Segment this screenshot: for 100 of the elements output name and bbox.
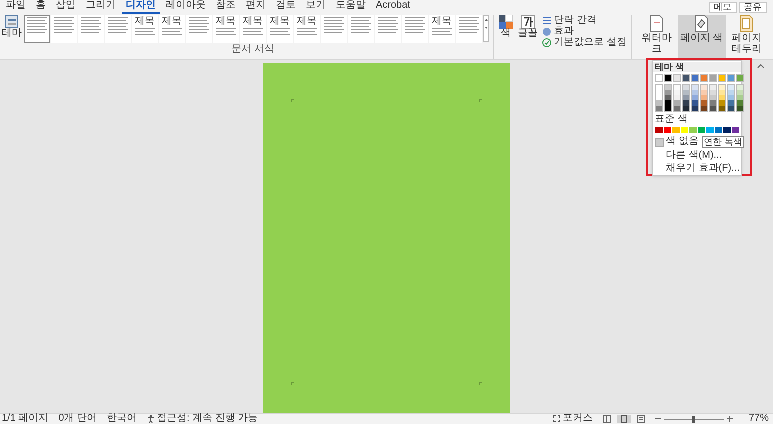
color-swatch[interactable] [664,127,671,133]
text-lines-drawing [80,17,102,35]
text-lines-drawing [350,17,372,35]
color-swatch[interactable] [655,127,662,133]
style-thumbnail[interactable] [456,15,482,43]
color-swatch[interactable] [719,75,725,81]
color-swatch[interactable] [737,75,743,81]
color-swatch[interactable] [665,75,671,81]
color-swatch[interactable] [683,75,689,81]
ribbon-tab[interactable]: 편지 [242,0,270,14]
style-thumbnail[interactable]: 제목 [429,15,455,43]
ribbon-option-button[interactable]: 기본값으로 설정 [542,38,627,48]
style-thumbnail[interactable] [348,15,374,43]
section-label: 표준 색 [655,115,689,125]
share-button[interactable]: 공유 [739,2,767,12]
style-thumbnail[interactable]: 제목 [267,15,293,43]
style-thumbnail[interactable]: 제목 [132,15,158,43]
color-swatch[interactable] [656,75,662,81]
style-thumbnail[interactable]: 제목 [240,15,266,43]
web-layout-icon [636,415,645,423]
text-lines-drawing [161,28,183,37]
menu-item[interactable]: 다른 색(M)... [666,150,722,161]
color-shade-swatch[interactable] [700,84,708,112]
text-lines-drawing [269,28,291,37]
ribbon-tab[interactable]: 검토 [272,0,300,14]
style-thumbnail[interactable]: 제목 [213,15,239,43]
color-shade-swatch[interactable] [691,84,699,112]
color-swatch[interactable] [672,127,680,133]
focus-button[interactable]: 포커스 [552,414,593,424]
page-color-button[interactable]: 페이지 색 [678,15,726,59]
style-thumbnail[interactable] [51,15,77,43]
fonts-button[interactable]: 글꼴 [517,15,539,59]
text-lines-drawing [404,17,426,35]
style-thumbnail[interactable] [402,15,428,43]
color-swatch[interactable] [698,127,705,133]
text-lines-drawing [323,17,345,35]
accessibility-button[interactable]: 접근성: 계속 진행 가능 [147,414,258,424]
menu-item[interactable]: 채우기 효과(F)... [666,163,740,174]
color-swatch[interactable] [680,127,688,133]
style-thumbnail[interactable] [105,15,131,43]
style-thumbnail[interactable] [375,15,401,43]
page-icon [620,415,628,423]
color-swatch[interactable] [714,127,722,133]
text-lines-drawing [53,17,75,35]
colors-button[interactable]: 색 [497,15,515,59]
style-thumbnail[interactable] [78,15,104,43]
color-shade-swatch[interactable] [727,84,735,112]
ribbon-tab[interactable]: 보기 [302,0,330,14]
slider-thumb[interactable] [692,416,696,422]
style-thumbnail[interactable]: 제목 [294,15,320,43]
ribbon-option-button[interactable]: 효과 [542,27,627,37]
color-swatch[interactable] [710,75,716,81]
ribbon-tab[interactable]: Acrobat [372,0,414,14]
style-thumbnail[interactable] [321,15,347,43]
text-lines-drawing [377,17,399,35]
ribbon-tab[interactable]: 홈 [32,0,50,14]
corner-mark [291,382,294,385]
ribbon-tab[interactable]: 그리기 [82,0,120,14]
color-swatch[interactable] [732,127,739,133]
color-shade-swatch[interactable] [655,84,663,112]
color-shade-swatch[interactable] [709,84,717,112]
page-border-button[interactable]: 페이지 테두리 [726,15,768,59]
color-swatch[interactable] [701,75,707,81]
color-shade-swatch[interactable] [718,84,726,112]
ribbon-tab[interactable]: 삽입 [52,0,80,14]
color-swatch[interactable] [674,75,680,81]
style-thumbnail[interactable] [24,15,50,43]
memo-button[interactable]: 메모 [709,2,737,12]
plus-icon [726,416,733,422]
page-watermark-button[interactable]: 워터마크 [636,15,678,59]
empty-swatch-icon [655,138,664,146]
ribbon-option-button[interactable]: 단락 간격 [542,16,627,26]
corner-mark [479,99,482,102]
print-layout-button[interactable] [616,415,631,423]
color-swatch[interactable] [728,75,734,81]
text-lines-drawing [26,17,48,35]
style-thumbnail[interactable] [186,15,212,43]
color-swatch[interactable] [692,75,698,81]
color-swatch[interactable] [723,127,730,133]
theme-button[interactable]: 테마 [2,15,22,59]
status-text: 한국어 [107,414,138,424]
ribbon-tab[interactable]: 레이아웃 [162,0,210,14]
text-lines-drawing [107,17,129,35]
ribbon-tab[interactable]: 참조 [212,0,240,14]
color-shade-swatch[interactable] [736,84,744,112]
text-lines-drawing [134,28,156,37]
person-icon [147,415,156,423]
no-color-item[interactable]: 색 없음 [655,137,699,147]
zoom-percentage[interactable]: 77% [748,414,769,424]
ribbon-tab[interactable]: 도움말 [332,0,370,14]
minus-icon [654,416,661,422]
color-swatch[interactable] [706,127,714,133]
text-lines-drawing [188,17,210,35]
color-swatch[interactable] [689,127,696,133]
style-thumbnail[interactable]: 제목 [159,15,185,43]
color-shade-swatch[interactable] [673,84,681,112]
color-shade-swatch[interactable] [682,84,690,112]
status-text: 0개 단어 [58,414,98,424]
color-shade-swatch[interactable] [664,84,672,112]
ribbon-tab[interactable]: 파일 [2,0,30,14]
